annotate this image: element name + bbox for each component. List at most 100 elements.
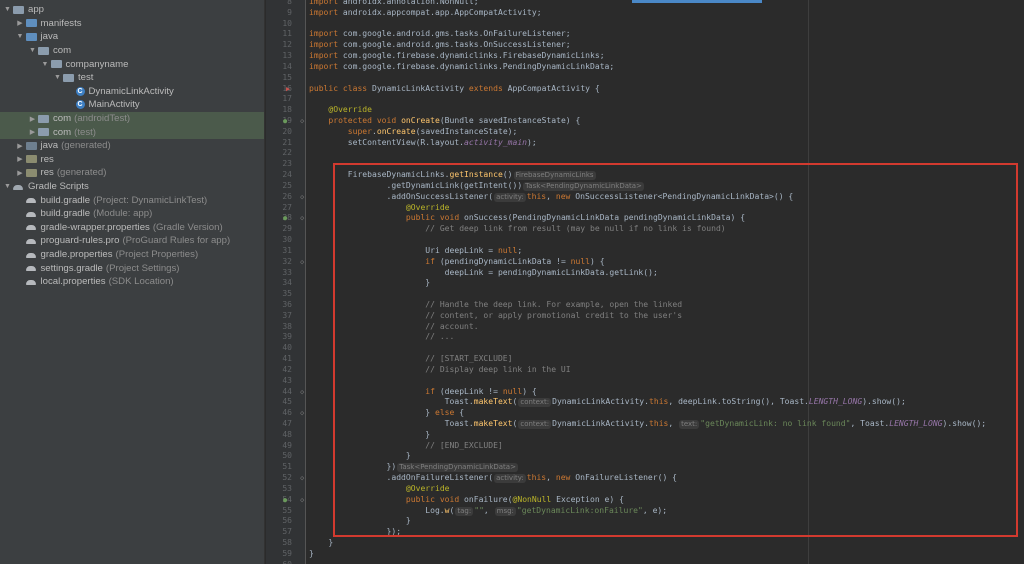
folder-icon [25,19,37,28]
code-token: @NonNull [512,494,557,504]
fold-icon[interactable]: ◇ [300,213,304,224]
fold-icon[interactable]: ◇ [300,473,304,484]
tree-item[interactable]: ▶ manifests [0,17,264,31]
tree-item[interactable]: ▼ Gradle Scripts [0,180,264,194]
code-line[interactable]: import com.google.firebase.dynamiclinks.… [309,51,605,62]
tree-item[interactable]: ▶CMainActivity [0,98,264,112]
code-line[interactable]: @Override [309,484,450,495]
chevron-right-icon[interactable]: ▶ [16,19,25,27]
code-line[interactable]: import com.google.android.gms.tasks.OnSu… [309,40,571,51]
code-line[interactable]: // [START_EXCLUDE] [309,354,512,365]
chevron-down-icon[interactable]: ▼ [41,61,50,68]
run-gutter-icon[interactable]: ▶ [286,84,290,95]
code-line[interactable]: // Display deep link in the UI [309,365,570,376]
fold-icon[interactable]: ◇ [300,495,304,506]
code-line[interactable]: } else { [309,408,464,419]
override-gutter-icon[interactable]: ● [283,213,287,224]
code-line[interactable]: // ... [309,332,454,343]
chevron-down-icon[interactable]: ▼ [3,6,12,13]
tree-item[interactable]: ▶ com (test) [0,125,264,139]
tree-item[interactable]: ▶ res (generated) [0,166,264,180]
java-class-icon: C [75,86,85,96]
tree-item[interactable]: ▶CDynamicLinkActivity [0,85,264,99]
code-line[interactable]: } [309,549,314,560]
code-line[interactable]: public void onFailure(@NonNull Exception… [309,495,624,506]
code-line[interactable]: protected void onCreate(Bundle savedInst… [309,116,580,127]
tree-item[interactable]: ▶local.properties(SDK Location) [0,275,264,289]
right-margin-guide [808,0,809,564]
code-line[interactable]: // content, or apply promotional credit … [309,311,682,322]
code-token: makeText [473,397,513,407]
code-line[interactable]: }) Task<PendingDynamicLinkData> [309,462,519,473]
code-token: Exception e) { [556,494,624,504]
code-line[interactable]: public void onSuccess(PendingDynamicLink… [309,213,745,224]
code-line[interactable]: } [309,430,430,441]
tree-item[interactable]: ▶build.gradle(Project: DynamicLinkTest) [0,193,264,207]
tree-item-hint: (generated) [61,140,111,152]
tree-item[interactable]: ▶ java (generated) [0,139,264,153]
code-line[interactable]: @Override [309,105,372,116]
override-gutter-icon[interactable]: ● [283,116,287,127]
tree-item[interactable]: ▶ com (androidTest) [0,111,264,126]
chevron-right-icon[interactable]: ▶ [16,142,25,150]
chevron-down-icon[interactable]: ▼ [28,47,37,54]
chevron-right-icon[interactable]: ▶ [28,115,37,123]
parameter-hint: activity: [494,192,526,202]
code-line[interactable]: super.onCreate(savedInstanceState); [309,127,518,138]
tree-item[interactable]: ▶ res [0,153,264,167]
tree-item[interactable]: ▼ com [0,44,264,58]
code-line[interactable]: }); [309,527,402,538]
gradle-file-icon [25,237,37,245]
code-line[interactable]: Toast.makeText(context: DynamicLinkActivi… [309,397,906,408]
code-line[interactable]: import androidx.appcompat.app.AppCompatA… [309,8,542,19]
code-line[interactable]: .getDynamicLink(getIntent()) Task<Pending… [309,181,645,192]
code-line[interactable]: Uri deepLink = null; [309,246,522,257]
fold-icon[interactable]: ◇ [300,257,304,268]
fold-icon[interactable]: ◇ [300,192,304,203]
tree-item-hint: (Project: DynamicLinkTest) [93,194,208,206]
code-line[interactable]: public class DynamicLinkActivity extends… [309,84,600,95]
code-line[interactable]: setContentView(R.layout.activity_main); [309,138,537,149]
code-line[interactable]: } [309,516,411,527]
code-line[interactable]: } [309,451,411,462]
code-token: (Bundle savedInstanceState) { [439,116,581,126]
chevron-right-icon[interactable]: ▶ [16,155,25,163]
code-line[interactable]: // Get deep link from result (may be nul… [309,224,725,235]
tree-item[interactable]: ▶gradle-wrapper.properties(Gradle Versio… [0,221,264,235]
code-line[interactable]: } [309,278,430,289]
tree-item[interactable]: ▼ test [0,71,264,85]
code-line[interactable]: import com.google.android.gms.tasks.OnFa… [309,29,571,40]
tree-item[interactable]: ▶settings.gradle(Project Settings) [0,261,264,275]
code-line[interactable]: // account. [309,322,478,333]
code-line[interactable]: import androidx.annotation.NonNull; [309,0,479,8]
code-line[interactable]: .addOnSuccessListener(activity: this, new… [309,192,793,203]
code-line[interactable]: .addOnFailureListener(activity: this, new… [309,473,677,484]
code-line[interactable]: Log.w(tag: "", msg: "getDynamicLink:onFail… [309,506,667,517]
code-line[interactable]: FirebaseDynamicLinks.getInstance() Fireba… [309,170,597,181]
tree-item[interactable]: ▶gradle.properties(Project Properties) [0,248,264,262]
chevron-right-icon[interactable]: ▶ [28,128,37,136]
code-line[interactable]: Toast.makeText(context: DynamicLinkActivi… [309,419,986,430]
tree-item[interactable]: ▼ app [0,3,264,17]
code-line[interactable]: // [END_EXCLUDE] [309,441,503,452]
fold-icon[interactable]: ◇ [300,387,304,398]
code-line[interactable]: @Override [309,203,450,214]
code-line[interactable]: // Handle the deep link. For example, op… [309,300,682,311]
folder-icon [25,168,37,177]
fold-icon[interactable]: ◇ [300,408,304,419]
override-gutter-icon[interactable]: ● [283,495,287,506]
fold-icon[interactable]: ◇ [300,116,304,127]
tree-item[interactable]: ▼ java [0,30,264,44]
chevron-down-icon[interactable]: ▼ [16,33,25,40]
code-line[interactable]: if (deepLink != null) { [309,387,536,398]
chevron-down-icon[interactable]: ▼ [3,183,12,190]
chevron-right-icon[interactable]: ▶ [16,169,25,177]
tree-item[interactable]: ▼ companyname [0,57,264,71]
code-line[interactable]: import com.google.firebase.dynamiclinks.… [309,62,614,73]
chevron-down-icon[interactable]: ▼ [53,74,62,81]
tree-item[interactable]: ▶proguard-rules.pro(ProGuard Rules for a… [0,234,264,248]
tree-item[interactable]: ▶build.gradle(Module: app) [0,207,264,221]
code-line[interactable]: if (pendingDynamicLinkData != null) { [309,257,604,268]
code-line[interactable]: } [309,538,333,549]
code-line[interactable]: deepLink = pendingDynamicLinkData.getLin… [309,268,658,279]
